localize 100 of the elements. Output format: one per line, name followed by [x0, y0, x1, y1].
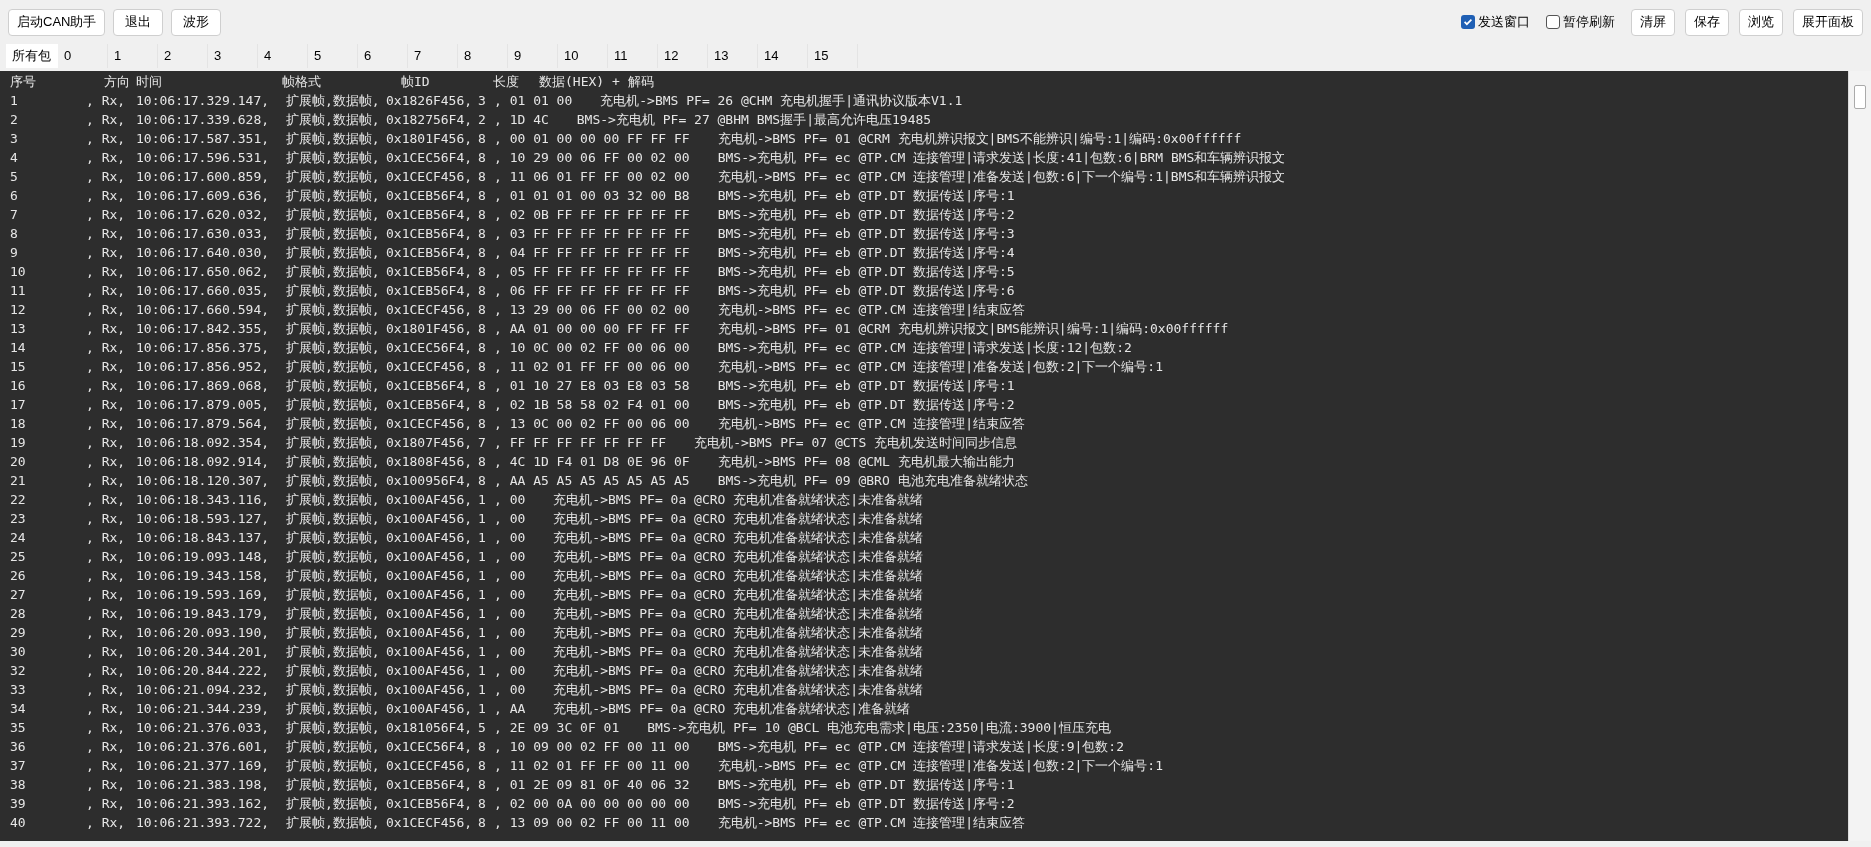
log-cell-text: 1 — [478, 643, 487, 661]
log-cell-text: 扩展帧,数据帧, — [286, 415, 381, 433]
log-cell-text: 扩展帧,数据帧, — [286, 586, 381, 604]
log-cell-text: 充电机->BMS PF= ec @TP.CM 连接管理|准备发送|包数:2|下一个编号:1 — [717, 757, 1163, 775]
log-cell-text: 2 — [478, 111, 487, 129]
log-cell-text: 充电机->BMS PF= 26 @CHM 充电机握手|通讯协议版本V1.1 — [600, 92, 963, 110]
log-cell-text: 13 — [10, 320, 27, 338]
log-cell-text: 10:06:17.856.375, — [136, 339, 271, 357]
log-cell-text: 29 — [10, 624, 27, 642]
log-cell-text: 18 — [10, 415, 27, 433]
toolbar-button[interactable]: 退出 — [113, 8, 164, 36]
log-cell-text: BMS->充电机 PF= 09 @BRO 电池充电准备就绪状态 — [717, 472, 1028, 490]
log-cell-text: 24 — [10, 529, 27, 547]
log-cell-text: 10:06:21.376.601, — [136, 738, 271, 756]
log-cell-text: , 02 1B 58 58 02 F4 01 00 — [494, 396, 690, 414]
log-cell-text: , Rx, — [86, 548, 127, 566]
log-cell-text: , 11 06 01 FF FF 00 02 00 — [494, 168, 690, 186]
log-cell-text: 8 — [478, 377, 487, 395]
log-cell-text: 充电机->BMS PF= 01 @CRM 充电机辨识报文|BMS能辨识|编号:1|编码:0x00ffffff — [717, 320, 1229, 338]
log-cell-text: 扩展帧,数据帧, — [286, 149, 381, 167]
log-cell-text: 10:06:17.609.636, — [136, 187, 271, 205]
log-cell-text: 0x1CECF456, — [386, 301, 474, 319]
checkbox[interactable] — [1546, 15, 1560, 29]
log-cell-text: 充电机->BMS PF= 01 @CRM 充电机辨识报文|BMS不能辨识|编号:1|编码:0x00ffffff — [717, 130, 1242, 148]
log-cell-text: 8 — [478, 776, 487, 794]
log-cell-text: BMS->充电机 PF= eb @TP.DT 数据传送|序号:3 — [717, 225, 1015, 243]
log-cell-text: BMS->充电机 PF= ec @TP.CM 连接管理|请求发送|长度:12|包数:2 — [717, 339, 1132, 357]
log-cell-text: 1 — [478, 586, 487, 604]
log-cell-text: , Rx, — [86, 320, 127, 338]
log-cell-text: 4 — [10, 149, 19, 167]
log-cell-text: 8 — [478, 396, 487, 414]
log-cell-text: 0x1CEB56F4, — [386, 263, 474, 281]
log-cell-text: 1 — [478, 700, 487, 718]
log-cell-text: 充电机->BMS PF= ec @TP.CM 连接管理|准备发送|包数:2|下一个编号:1 — [717, 358, 1163, 376]
log-cell-text: 扩展帧,数据帧, — [286, 719, 381, 737]
toolbar-button[interactable]: 保存 — [1685, 8, 1729, 36]
log-cell-text: BMS->充电机 PF= ec @TP.CM 连接管理|请求发送|长度:9|包数:2 — [717, 738, 1124, 756]
log-cell-text: 0x1CECF456, — [386, 814, 474, 832]
log-cell-text: 扩展帧,数据帧, — [286, 643, 381, 661]
log-cell-text: , Rx, — [86, 358, 127, 376]
tab[interactable]: 所有包 — [6, 44, 58, 68]
log-cell-text: 10:06:18.593.127, — [136, 510, 271, 528]
log-cell-text: 2 — [10, 111, 19, 129]
log-cell-text: 20 — [10, 453, 27, 471]
log-cell-text: 10:06:17.596.531, — [136, 149, 271, 167]
log-cell-text: 充电机->BMS PF= ec @TP.CM 连接管理|准备发送|包数:6|下一个编号:1|BMS和车辆辨识报文 — [717, 168, 1286, 186]
log-cell-text: , 10 09 00 02 FF 00 11 00 — [494, 738, 690, 756]
toolbar-button[interactable]: 波形 — [171, 8, 222, 36]
log-cell-text: , Rx, — [86, 339, 127, 357]
log-cell-text: BMS->充电机 PF= ec @TP.CM 连接管理|请求发送|长度:41|包数:6|BRM BMS和车辆辨识报文 — [717, 149, 1286, 167]
log-cell-text: , 01 01 00 — [494, 92, 573, 110]
log-cell-text: 扩展帧,数据帧, — [286, 225, 381, 243]
log-cell-text: 8 — [478, 757, 487, 775]
log-cell-text: 11 — [10, 282, 27, 300]
log-cell-text: 10:06:17.856.952, — [136, 358, 271, 376]
log-cell-text: 充电机->BMS PF= 0a @CRO 充电机准备就绪状态|未准备就绪 — [553, 586, 924, 604]
log-cell-text: 0x1807F456, — [386, 434, 474, 452]
log-cell-text: 26 — [10, 567, 27, 585]
log-cell-text: , 2E 09 3C 0F 01 — [494, 719, 620, 737]
checkbox[interactable] — [1461, 15, 1475, 29]
log-cell-text: 扩展帧,数据帧, — [286, 814, 381, 832]
log-cell-text: 扩展帧,数据帧, — [286, 301, 381, 319]
log-cell-text: 8 — [478, 225, 487, 243]
log-cell-text: , 01 2E 09 81 0F 40 06 32 — [494, 776, 690, 794]
log-cell-text: 充电机->BMS PF= 08 @CML 充电机最大输出能力 — [717, 453, 1015, 471]
log-cell-text: , 00 01 00 00 00 FF FF FF — [494, 130, 690, 148]
toolbar-button[interactable]: 启动CAN助手 — [8, 8, 106, 36]
log-cell-text: 10:06:17.620.032, — [136, 206, 271, 224]
log-cell-text: 扩展帧,数据帧, — [286, 472, 381, 490]
log-cell-text: 0x1826F456, — [386, 92, 474, 110]
log-cell-text: 10:06:21.393.722, — [136, 814, 271, 832]
log-cell-text: 8 — [478, 814, 487, 832]
log-cell-text: 21 — [10, 472, 27, 490]
log-cell-text: 10:06:18.092.354, — [136, 434, 271, 452]
toolbar-button[interactable]: 浏览 — [1739, 8, 1783, 36]
toolbar-button[interactable]: 展开面板 — [1793, 8, 1863, 36]
log-cell-text: , Rx, — [86, 92, 127, 110]
toolbar-button[interactable]: 清屏 — [1631, 8, 1675, 36]
log-cell-text: 40 — [10, 814, 27, 832]
log-cell-text: 10:06:19.093.148, — [136, 548, 271, 566]
log-cell-text: , 00 — [494, 567, 526, 585]
log-cell-text: , 13 0C 00 02 FF 00 06 00 — [494, 415, 690, 433]
log-cell-text: , 00 — [494, 643, 526, 661]
log-cell-text: 8 — [478, 301, 487, 319]
scroll-thumb[interactable] — [1854, 85, 1866, 109]
log-cell-text: 25 — [10, 548, 27, 566]
log-cell-text: 10:06:17.869.068, — [136, 377, 271, 395]
log-cell-text: 扩展帧,数据帧, — [286, 187, 381, 205]
log-cell-text: BMS->充电机 PF= eb @TP.DT 数据传送|序号:2 — [717, 396, 1015, 414]
log-cell-text: BMS->充电机 PF= eb @TP.DT 数据传送|序号:1 — [717, 377, 1015, 395]
log-cell-text: BMS->充电机 PF= eb @TP.DT 数据传送|序号:1 — [717, 187, 1015, 205]
log-cell-text: , Rx, — [86, 567, 127, 585]
column-header: 序号 — [10, 73, 37, 91]
log-cell-text: BMS->充电机 PF= eb @TP.DT 数据传送|序号:1 — [717, 776, 1015, 794]
log-cell-text: 7 — [10, 206, 19, 224]
log-cell-text: 扩展帧,数据帧, — [286, 738, 381, 756]
log-cell-text: 8 — [478, 358, 487, 376]
log-cell-text: 扩展帧,数据帧, — [286, 206, 381, 224]
log-cell-text: 扩展帧,数据帧, — [286, 681, 381, 699]
log-cell-text: , Rx, — [86, 738, 127, 756]
